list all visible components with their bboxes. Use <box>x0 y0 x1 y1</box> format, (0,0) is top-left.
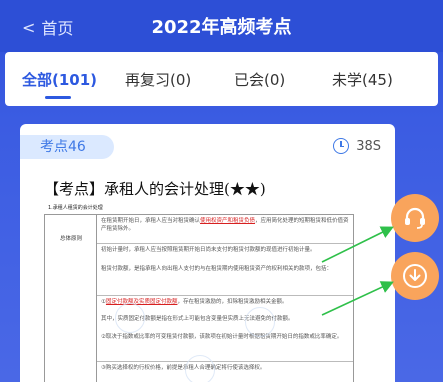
watermark-seal <box>185 355 215 382</box>
table-row: ③购买选择权的行权价格，前提是承租人合理确定将行使该选择权。 <box>97 361 353 374</box>
header-bar: < 首页 2022年高频考点 <box>0 0 443 52</box>
timer-value: 38S <box>356 138 381 154</box>
tab-unlearned[interactable]: 未学(45) <box>332 69 393 90</box>
headset-icon <box>405 207 425 229</box>
table-left-cell: 总体原则 <box>59 236 82 242</box>
topic-heading: 【考点】承租人的会计处理(★★) <box>44 180 266 198</box>
table-row: 在租赁期开始日，承租人应当对租赁确认使用权资产和租赁负债，应用简化处理的短期租赁… <box>101 218 349 232</box>
download-icon <box>403 264 427 288</box>
document-image: 1.承租人租赁的会计处理 总体原则 在租赁期开始日，承租人应当对租赁确认使用权资… <box>44 204 380 382</box>
table-row: ②取决于指数或比率的可变租赁付款额，该款项在初始计量时根据租赁期开始日的指数或比… <box>101 334 343 340</box>
content-table: 总体原则 在租赁期开始日，承租人应当对租赁确认使用权资产和租赁负债，应用简化处理… <box>44 214 354 382</box>
active-tab-indicator <box>45 96 71 99</box>
clock-icon <box>333 138 350 154</box>
tab-review-again[interactable]: 再复习(0) <box>125 69 191 90</box>
table-row: 初始计量时，承租人应当按照租赁期开始日尚未支付的租赁付款额的现值进行初始计量。 <box>97 243 353 256</box>
page-title: 2022年高频考点 <box>151 17 292 38</box>
download-button[interactable] <box>391 252 439 300</box>
table-left-column: 总体原则 <box>45 215 97 382</box>
tab-bar: 全部(101) 再复习(0) 已会(0) 未学(45) <box>5 52 438 106</box>
doc-title: 1.承租人租赁的会计处理 <box>48 205 103 211</box>
timer: 38S <box>333 138 381 154</box>
tab-all[interactable]: 全部(101) <box>22 69 97 90</box>
watermark-seal <box>245 307 275 337</box>
watermark-seal <box>115 303 145 333</box>
topic-tag: 考点46 <box>20 135 114 159</box>
customer-service-button[interactable] <box>391 194 439 242</box>
question-card: 考点46 38S 【考点】承租人的会计处理(★★) 1.承租人租赁的会计处理 总… <box>20 124 395 382</box>
table-row: 租赁付款额，是指承租人向出租人支付的与在租赁期内使用租赁资产的权利相关的款项，包… <box>101 266 333 272</box>
tab-known[interactable]: 已会(0) <box>234 69 285 90</box>
